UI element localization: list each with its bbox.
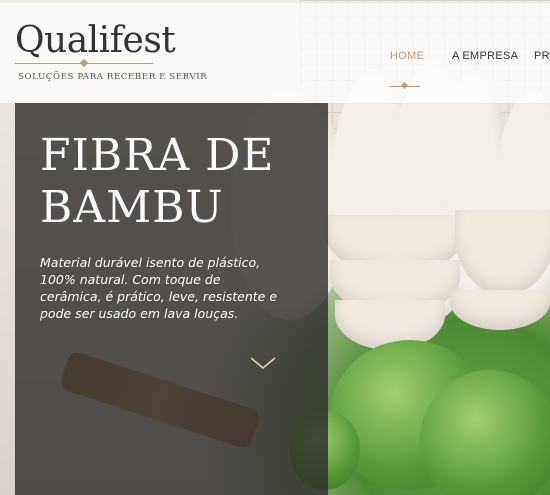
logo-tagline: SOLUÇÕES PARA RECEBER E SERVIR bbox=[18, 72, 208, 82]
hero-title-line: BAMBU bbox=[40, 182, 224, 233]
logo[interactable]: Qualifest SOLUÇÕES PARA RECEBER E SERVIR bbox=[15, 20, 207, 82]
logo-wordmark: Qualifest bbox=[15, 20, 176, 61]
nav-item-home[interactable]: HOME bbox=[390, 50, 424, 62]
hero-description: Material durável isento de plástico, 100… bbox=[40, 255, 278, 321]
nav-item-a-empresa[interactable]: A EMPRESA bbox=[452, 50, 518, 62]
bowl bbox=[450, 290, 550, 330]
nav-item-produtos[interactable]: PRO bbox=[534, 50, 550, 62]
chevron-down-icon[interactable] bbox=[249, 355, 277, 371]
hero-title: FIBRA DE BAMBU bbox=[40, 130, 275, 234]
hero-title-line: FIBRA DE bbox=[40, 130, 275, 181]
